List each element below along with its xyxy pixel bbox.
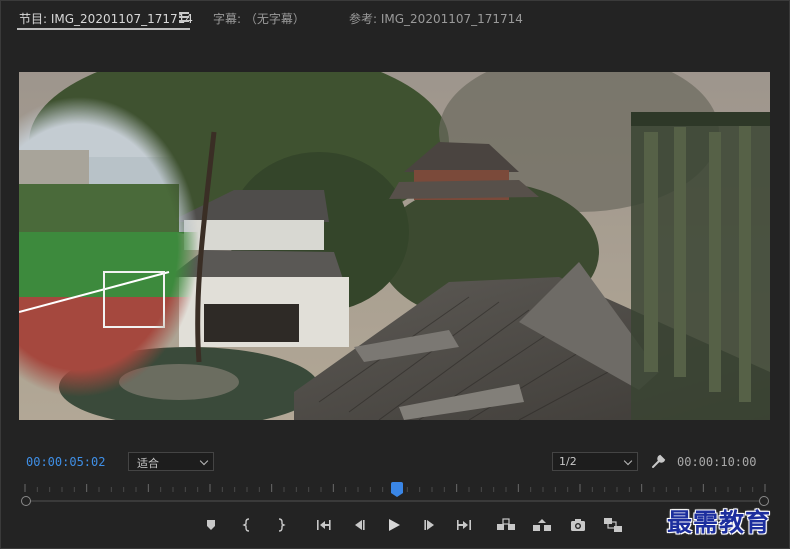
active-tab-indicator xyxy=(17,28,190,30)
extract-icon[interactable] xyxy=(530,513,554,537)
resolution-value: 1/2 xyxy=(559,455,577,468)
step-back-icon[interactable] xyxy=(347,513,371,537)
duration-timecode: 00:00:10:00 xyxy=(677,455,757,469)
video-frame-image xyxy=(19,72,770,420)
export-frame-icon[interactable] xyxy=(566,513,590,537)
tab-captions[interactable]: 字幕: （无字幕） xyxy=(213,10,305,27)
step-forward-icon[interactable] xyxy=(418,513,442,537)
insert-icon[interactable] xyxy=(601,513,625,537)
current-timecode[interactable]: 00:00:05:02 xyxy=(26,455,105,469)
lift-icon[interactable] xyxy=(494,513,518,537)
mark-out-icon[interactable] xyxy=(268,513,292,537)
play-icon[interactable] xyxy=(382,513,406,537)
chevron-down-icon xyxy=(623,456,633,466)
playback-resolution-select[interactable]: 1/2 xyxy=(552,452,638,471)
go-to-out-icon[interactable] xyxy=(452,513,476,537)
video-preview[interactable] xyxy=(19,72,770,420)
tab-program[interactable]: 节目: IMG_20201107_171714 xyxy=(19,10,193,27)
zoom-handle-left[interactable] xyxy=(21,496,31,506)
zoom-scroll-bar[interactable] xyxy=(26,500,764,502)
hamburger-menu-icon[interactable] xyxy=(179,12,189,22)
tab-reference[interactable]: 参考: IMG_20201107_171714 xyxy=(349,10,523,27)
chevron-down-icon xyxy=(199,456,209,466)
zoom-level-value: 适合 xyxy=(137,457,159,470)
program-monitor-panel: 节目: IMG_20201107_171714 字幕: （无字幕） 参考: IM… xyxy=(0,0,790,549)
watermark-logo: 最需教育 xyxy=(667,508,772,537)
playhead[interactable] xyxy=(391,482,403,497)
go-to-in-icon[interactable] xyxy=(312,513,336,537)
zoom-level-select[interactable]: 适合 xyxy=(128,452,214,471)
mark-in-icon[interactable] xyxy=(236,513,260,537)
add-marker-icon[interactable] xyxy=(199,513,223,537)
wrench-icon[interactable] xyxy=(651,453,667,469)
panel-tab-bar: 节目: IMG_20201107_171714 字幕: （无字幕） 参考: IM… xyxy=(1,1,790,35)
